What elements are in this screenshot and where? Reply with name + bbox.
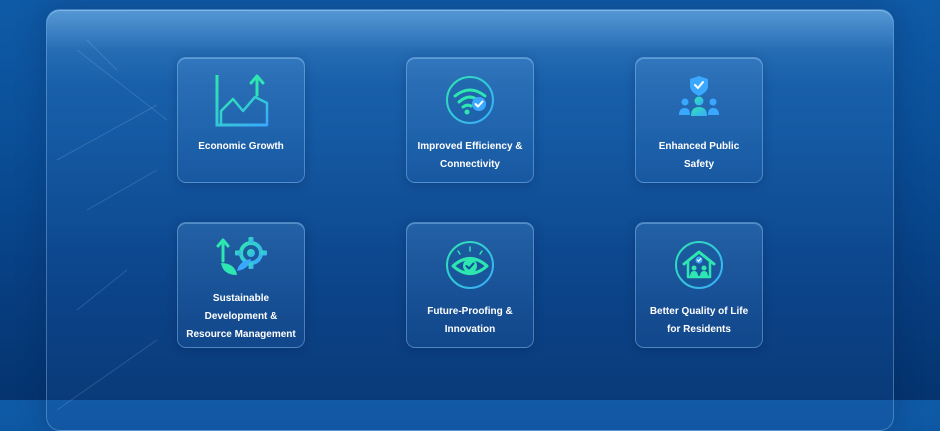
card-label: Future-Proofing & Innovation: [427, 306, 513, 335]
card-future-proofing[interactable]: Future-Proofing & Innovation: [406, 222, 534, 348]
shield-people-icon: [679, 76, 719, 116]
card-label: Economic Growth: [198, 141, 284, 152]
eye-check-icon: [446, 241, 494, 289]
card-label: Better Quality of Life for Residents: [649, 306, 749, 335]
wifi-check-icon: [446, 76, 494, 124]
card-sustainable-development[interactable]: Sustainable Development & Resource Manag…: [177, 222, 305, 348]
card-efficiency-connectivity[interactable]: Improved Efficiency & Connectivity: [406, 57, 534, 183]
card-economic-growth[interactable]: Economic Growth: [177, 57, 305, 183]
card-label: Sustainable Development & Resource Manag…: [186, 293, 296, 340]
growth-chart-icon: [215, 74, 269, 127]
card-label: Enhanced Public Safety: [658, 141, 740, 170]
home-people-icon: [675, 241, 723, 289]
card-public-safety[interactable]: Enhanced Public Safety: [635, 57, 763, 183]
plant-gear-icon: [216, 237, 267, 291]
card-quality-of-life[interactable]: Better Quality of Life for Residents: [635, 222, 763, 348]
card-label: Improved Efficiency & Connectivity: [417, 141, 523, 170]
